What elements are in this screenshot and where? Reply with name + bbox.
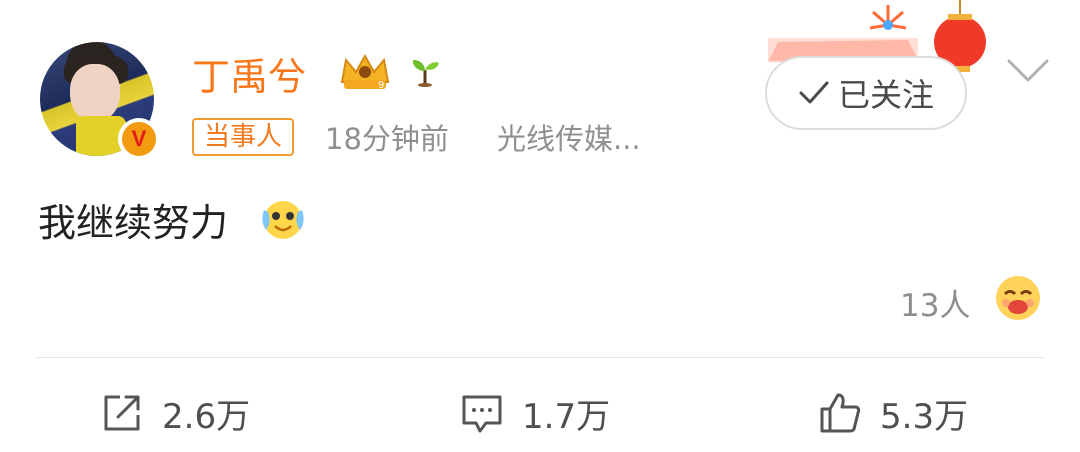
- follow-button[interactable]: 已关注: [765, 56, 967, 130]
- chevron-down-icon[interactable]: [1006, 58, 1050, 84]
- verified-badge: V: [118, 118, 160, 160]
- crying-laugh-emoji-icon: [262, 201, 304, 239]
- repost-button[interactable]: 2.6万: [100, 388, 250, 438]
- reaction-count[interactable]: 13人: [900, 280, 970, 325]
- divider: [36, 357, 1044, 358]
- check-icon: [799, 81, 829, 104]
- follow-label: 已关注: [837, 76, 934, 114]
- comment-count: 1.7万: [522, 396, 611, 437]
- repost-count: 2.6万: [162, 396, 251, 437]
- sprout-icon: [412, 60, 439, 87]
- role-tag: 当事人: [192, 118, 295, 156]
- verified-v-icon: V: [120, 120, 158, 158]
- love-kiss-emoji-icon[interactable]: [994, 274, 1042, 322]
- post-time: 18分钟前: [325, 122, 449, 156]
- post-text: 我继续努力: [38, 201, 229, 245]
- avatar-face: [70, 64, 120, 122]
- share-icon: [104, 395, 140, 431]
- username[interactable]: 丁禹兮: [192, 46, 306, 101]
- like-count: 5.3万: [880, 396, 969, 437]
- like-button[interactable]: 5.3万: [818, 388, 968, 438]
- comment-icon: [462, 395, 502, 433]
- svg-text:9: 9: [378, 80, 384, 91]
- comment-button[interactable]: 1.7万: [460, 388, 610, 438]
- post-source[interactable]: 光线传媒...: [497, 116, 641, 158]
- thumbs-up-icon: [820, 393, 861, 433]
- crown-icon[interactable]: 9: [338, 52, 392, 92]
